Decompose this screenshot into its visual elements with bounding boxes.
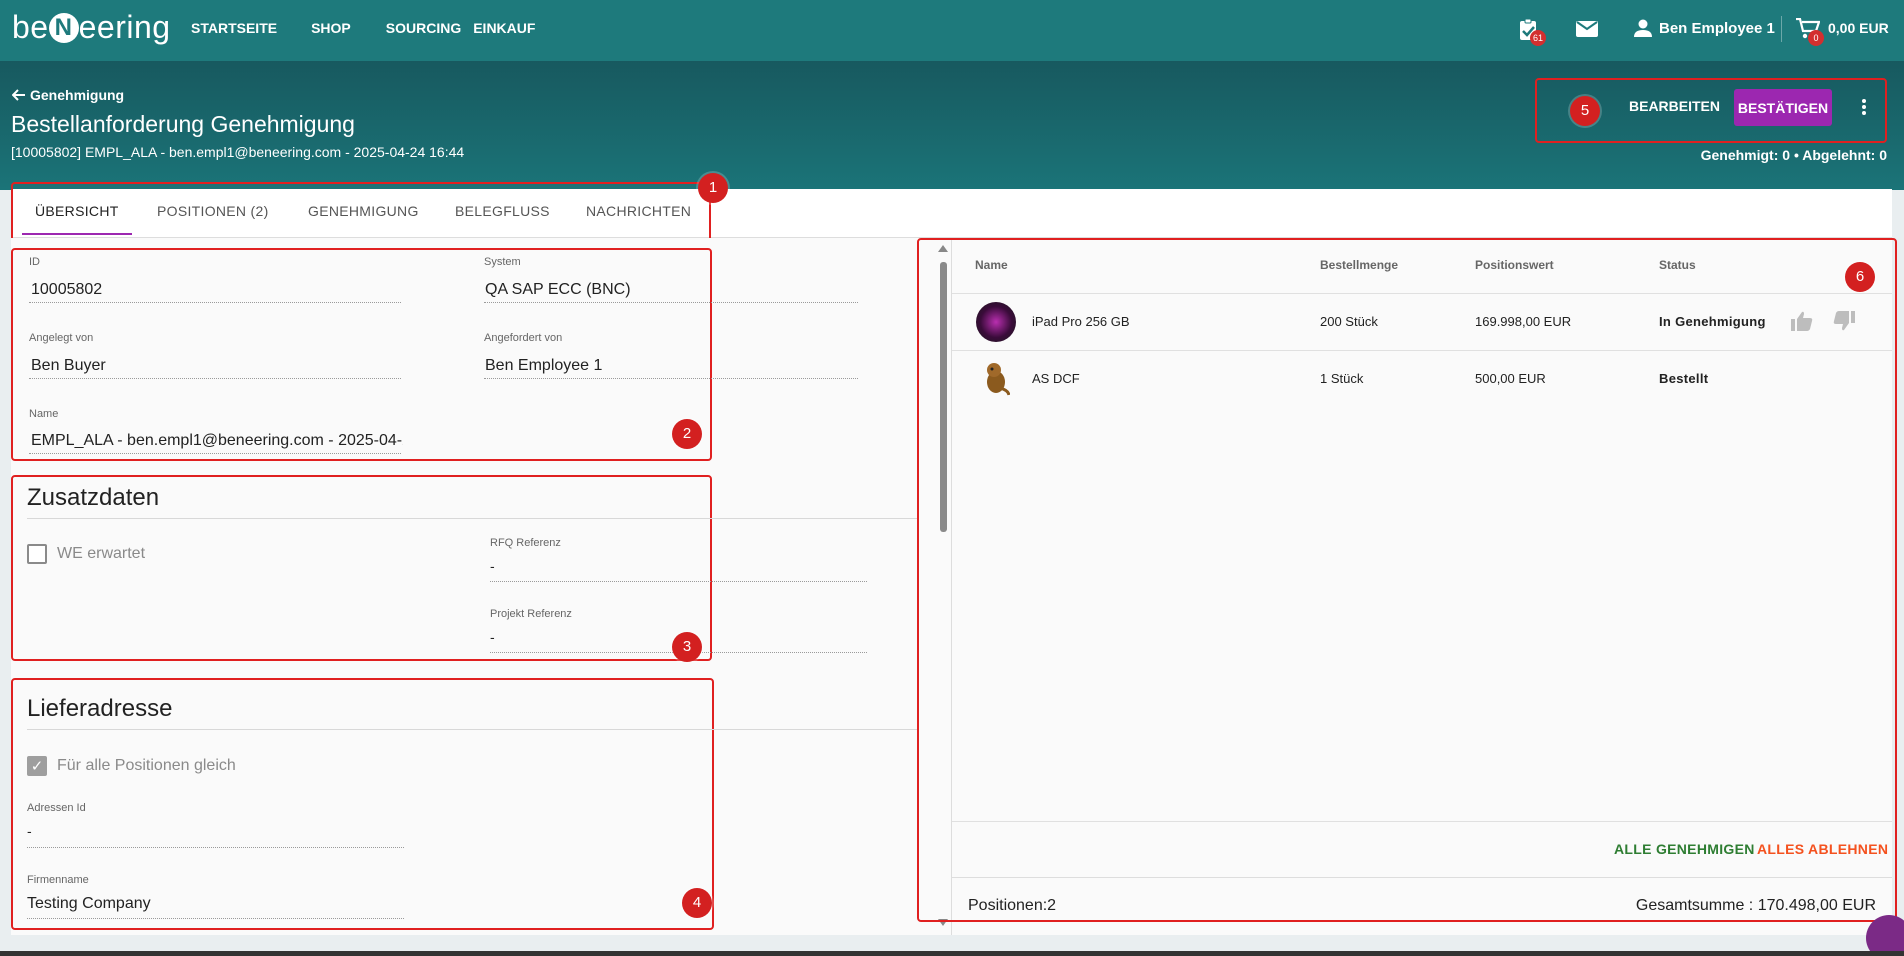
page-title: Bestellanforderung Genehmigung bbox=[11, 111, 355, 137]
id-label: ID bbox=[29, 256, 40, 268]
chat-icon[interactable] bbox=[1866, 915, 1904, 956]
table-row[interactable] bbox=[952, 351, 1892, 407]
marker-6: 6 bbox=[1845, 262, 1875, 292]
company-name-value: Testing Company bbox=[27, 895, 151, 912]
user-icon[interactable] bbox=[1634, 19, 1652, 42]
requested-by-label: Angefordert von bbox=[484, 332, 563, 344]
sum-divider bbox=[952, 877, 1892, 878]
project-ref-label: Projekt Referenz bbox=[490, 608, 572, 620]
edit-button[interactable]: BEARBEITEN bbox=[1629, 98, 1720, 114]
col-header-name: Name bbox=[975, 258, 1008, 272]
more-options-icon[interactable] bbox=[1862, 99, 1868, 117]
row-2-quantity: 1 Stück bbox=[1320, 371, 1364, 386]
address-id-label: Adressen Id bbox=[27, 802, 86, 814]
cart-badge: 0 bbox=[1808, 30, 1824, 46]
row-1-value: 169.998,00 EUR bbox=[1475, 314, 1572, 329]
reject-all-button[interactable]: ALLES ABLEHNEN bbox=[1757, 841, 1888, 857]
we-expected-checkbox[interactable] bbox=[27, 544, 47, 564]
created-by-value: Ben Buyer bbox=[31, 357, 106, 374]
company-name-underline bbox=[27, 918, 404, 919]
marker-2: 2 bbox=[672, 419, 702, 449]
requested-by-underline bbox=[484, 378, 858, 379]
tasks-badge: 61 bbox=[1530, 30, 1547, 46]
nav-einkauf[interactable]: EINKAUF bbox=[473, 20, 535, 36]
dinosaur-thumbnail bbox=[987, 363, 1010, 396]
id-underline bbox=[29, 302, 401, 303]
basic-data-highlight bbox=[11, 248, 712, 461]
delivery-address-title: Lieferadresse bbox=[27, 695, 173, 722]
row-1-status: In Genehmigung bbox=[1659, 314, 1766, 329]
same-for-all-label: Für alle Positionen gleich bbox=[57, 757, 236, 774]
rfq-label: RFQ Referenz bbox=[490, 537, 561, 549]
bottom-strip bbox=[0, 951, 1904, 956]
requested-by-value: Ben Employee 1 bbox=[485, 357, 603, 374]
approval-summary: Genehmigt: 0 • Abgelehnt: 0 bbox=[1700, 147, 1887, 163]
system-underline bbox=[484, 302, 858, 303]
thumb-up-icon[interactable] bbox=[1791, 311, 1813, 336]
marker-5: 5 bbox=[1570, 96, 1600, 126]
cart-total[interactable]: 0,00 EUR bbox=[1828, 20, 1889, 36]
row-2-status: Bestellt bbox=[1659, 371, 1709, 386]
thumb-down-icon[interactable] bbox=[1833, 311, 1855, 336]
col-header-value: Positionswert bbox=[1475, 258, 1554, 272]
nav-divider bbox=[1781, 16, 1782, 42]
nav-shop[interactable]: SHOP bbox=[311, 20, 351, 36]
system-label: System bbox=[484, 256, 521, 268]
additional-data-divider bbox=[27, 518, 917, 519]
confirm-button[interactable]: BESTÄTIGEN bbox=[1734, 89, 1832, 126]
mail-icon[interactable] bbox=[1576, 21, 1598, 42]
company-name-label: Firmenname bbox=[27, 874, 89, 886]
address-id-value: - bbox=[27, 823, 32, 839]
back-link[interactable]: Genehmigung bbox=[12, 87, 124, 103]
total-sum: Gesamtsumme : 170.498,00 EUR bbox=[1635, 897, 1876, 914]
additional-data-title: Zusatzdaten bbox=[27, 484, 160, 511]
back-label: Genehmigung bbox=[30, 87, 125, 103]
main-nav: STARTSEITE SHOP SOURCING EINKAUF bbox=[191, 20, 569, 36]
rfq-value: - bbox=[490, 558, 495, 574]
footer-divider bbox=[952, 821, 1892, 822]
delivery-address-divider bbox=[27, 729, 917, 730]
system-value: QA SAP ECC (BNC) bbox=[485, 281, 631, 298]
project-ref-value: - bbox=[490, 629, 495, 645]
id-value: 10005802 bbox=[31, 281, 103, 298]
top-nav-bar: be Neering STARTSEITE SHOP SOURCING EINKA… bbox=[0, 0, 1904, 61]
marker-1: 1 bbox=[698, 173, 728, 203]
marker-3: 3 bbox=[672, 632, 702, 662]
created-by-underline bbox=[29, 378, 401, 379]
nav-startseite[interactable]: STARTSEITE bbox=[191, 20, 277, 36]
name-value: EMPL_ALA - ben.empl1@beneering.com - 202… bbox=[31, 432, 403, 449]
we-expected-label: WE erwartet bbox=[57, 545, 146, 562]
same-for-all-checkbox[interactable]: ✓ bbox=[27, 756, 47, 776]
created-by-label: Angelegt von bbox=[29, 332, 94, 344]
col-header-quantity: Bestellmenge bbox=[1320, 258, 1399, 272]
address-id-underline bbox=[27, 847, 404, 848]
logo[interactable]: be Neering bbox=[12, 9, 171, 46]
col-header-status: Status bbox=[1659, 258, 1696, 272]
ipad-thumbnail bbox=[976, 302, 1016, 342]
row-1-name: iPad Pro 256 GB bbox=[1032, 314, 1130, 329]
rfq-underline bbox=[490, 581, 867, 582]
nav-sourcing[interactable]: SOURCING bbox=[386, 20, 461, 36]
name-underline bbox=[29, 453, 401, 454]
tabs-highlight bbox=[11, 182, 711, 242]
row-2-name: AS DCF bbox=[1032, 371, 1080, 386]
approve-all-button[interactable]: ALLE GENEHMIGEN bbox=[1614, 841, 1755, 857]
name-label: Name bbox=[29, 408, 59, 420]
row-2-value: 500,00 EUR bbox=[1475, 371, 1546, 386]
marker-4: 4 bbox=[682, 888, 712, 918]
row-1-quantity: 200 Stück bbox=[1320, 314, 1378, 329]
page-subtitle: [10005802] EMPL_ALA - ben.empl1@beneerin… bbox=[11, 144, 465, 160]
user-name[interactable]: Ben Employee 1 bbox=[1659, 20, 1775, 37]
positions-count: Positionen:2 bbox=[968, 897, 1057, 914]
arrow-left-icon bbox=[12, 89, 25, 101]
